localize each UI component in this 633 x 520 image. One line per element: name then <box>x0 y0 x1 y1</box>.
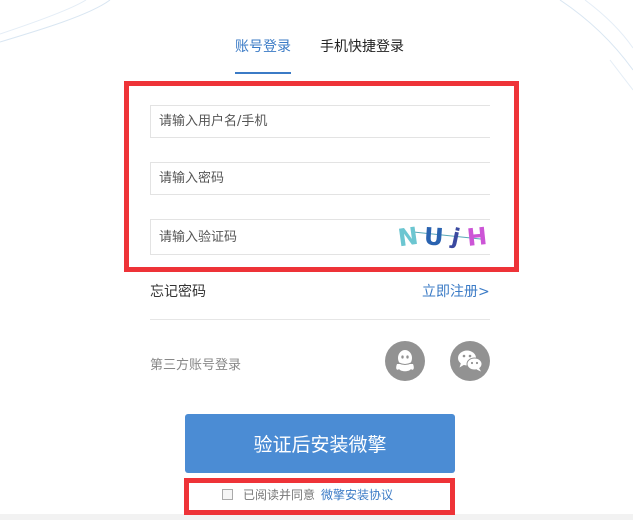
tab-phone-quick-login[interactable]: 手机快捷登录 <box>320 37 404 57</box>
divider <box>150 319 490 320</box>
highlight-box-login-fields <box>124 81 519 272</box>
tab-account-login[interactable]: 账号登录 <box>235 37 291 57</box>
qq-login-button[interactable] <box>385 341 425 381</box>
highlight-box-agreement <box>184 478 455 515</box>
qq-icon <box>396 350 414 372</box>
active-tab-indicator <box>235 72 291 74</box>
forgot-password-link[interactable]: 忘记密码 <box>150 281 206 301</box>
register-link[interactable]: 立即注册> <box>422 281 490 301</box>
wechat-login-button[interactable] <box>450 341 490 381</box>
verify-and-install-button[interactable]: 验证后安装微擎 <box>185 414 455 473</box>
third-party-login-label: 第三方账号登录 <box>150 358 242 373</box>
wechat-icon <box>458 350 483 372</box>
